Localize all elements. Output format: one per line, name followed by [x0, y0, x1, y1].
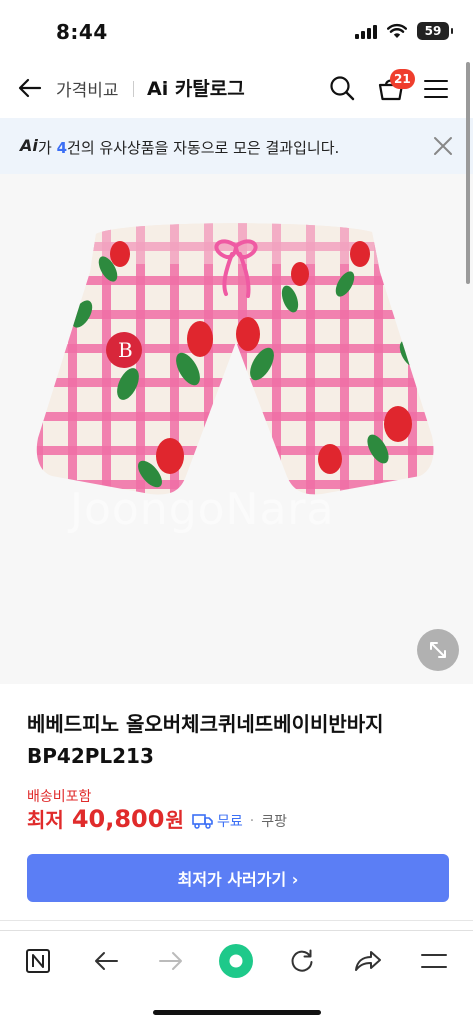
- breadcrumb-divider: [133, 81, 134, 97]
- refresh-icon: [291, 949, 313, 972]
- banner-close-button[interactable]: [431, 134, 455, 158]
- banner-text-suffix: 건의 유사상품을 자동으로 모은 결과입니다.: [67, 139, 340, 157]
- delivery-truck-icon: [192, 814, 213, 829]
- scrollbar-thumb[interactable]: [466, 62, 470, 284]
- share-button[interactable]: [346, 939, 390, 983]
- status-bar: 8:44 59: [0, 0, 473, 60]
- expand-icon: [430, 642, 446, 658]
- app-header: 가격비교 Ai 카탈로그 21: [0, 60, 473, 118]
- price-value: 40,800: [71, 805, 165, 833]
- expand-image-button[interactable]: [417, 629, 459, 671]
- cart-count-badge: 21: [390, 69, 415, 89]
- menu-line: [424, 96, 448, 98]
- status-time: 8:44: [56, 20, 108, 44]
- separator-dot: ·: [249, 813, 255, 829]
- signal-icon: [355, 23, 377, 39]
- browser-menu-button[interactable]: [412, 939, 456, 983]
- browser-forward-button[interactable]: [149, 939, 193, 983]
- search-icon: [330, 76, 355, 101]
- banner-text-prefix: 가: [38, 139, 57, 157]
- seller-name[interactable]: 쿠팡: [261, 811, 287, 831]
- product-name: 베베드피노 올오버체크퀴네뜨베이비반바지 BP42PL213: [27, 712, 384, 768]
- status-icons: 59: [355, 22, 453, 40]
- green-home-button[interactable]: [214, 939, 258, 983]
- free-shipping-text: 무료: [217, 814, 243, 830]
- shipping-info: 무료 · 쿠팡: [192, 811, 287, 831]
- menu-button[interactable]: [424, 74, 454, 104]
- svg-text:B: B: [118, 338, 133, 362]
- close-icon: [434, 137, 452, 155]
- ai-notice-banner: Ai 가 4건의 유사상품을 자동으로 모은 결과입니다.: [0, 118, 473, 174]
- browser-back-button[interactable]: [84, 939, 128, 983]
- naver-home-button[interactable]: [16, 939, 60, 983]
- back-arrow-icon: [18, 78, 42, 98]
- price-row: 최저 40,800 원: [27, 804, 184, 838]
- banner-text: 가 4건의 유사상품을 자동으로 모은 결과입니다.: [38, 137, 339, 158]
- shipping-included-label: 배송비포함: [27, 789, 92, 805]
- section-divider: [0, 920, 473, 921]
- breadcrumb-price-compare[interactable]: 가격비교: [56, 76, 119, 101]
- page-title: Ai 카탈로그: [147, 78, 245, 100]
- refresh-button[interactable]: [280, 939, 324, 983]
- menu-line: [424, 88, 448, 90]
- price-prefix: 최저: [27, 808, 64, 832]
- menu-icon: [421, 954, 447, 968]
- back-button[interactable]: [14, 72, 46, 104]
- search-button[interactable]: [326, 72, 358, 104]
- battery-icon: 59: [417, 22, 453, 40]
- product-photo-shorts: B: [36, 223, 434, 495]
- back-arrow-icon: [95, 952, 118, 970]
- n-logo-icon: [26, 949, 50, 973]
- watermark-text: JoongoNara: [70, 484, 335, 535]
- price-unit: 원: [165, 808, 184, 832]
- product-image[interactable]: B JoongoNara: [0, 174, 473, 684]
- share-icon: [355, 951, 381, 971]
- banner-count: 4: [56, 139, 68, 157]
- forward-arrow-icon: [159, 952, 182, 970]
- wifi-icon: [387, 23, 407, 38]
- menu-line: [424, 80, 448, 82]
- buy-lowest-price-button[interactable]: 최저가 사러가기 ›: [27, 854, 449, 902]
- home-green-icon: [219, 944, 253, 978]
- home-indicator: [153, 1010, 321, 1015]
- ai-logo: Ai: [20, 136, 38, 155]
